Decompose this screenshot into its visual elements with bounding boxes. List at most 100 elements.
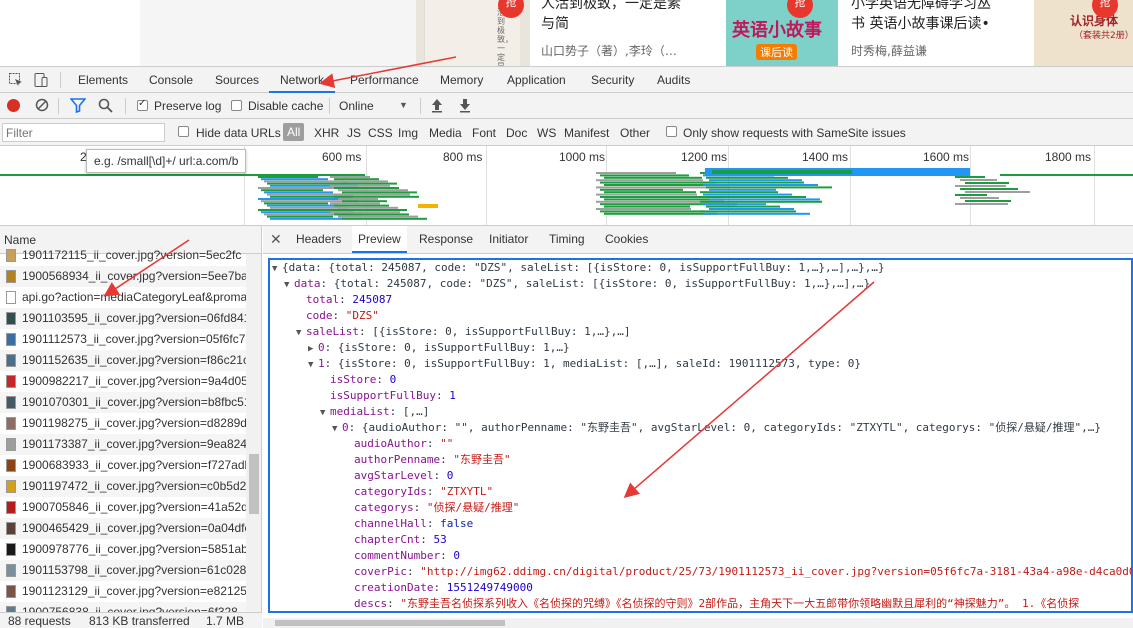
export-har-icon[interactable] — [459, 97, 471, 116]
request-row[interactable]: 1901103595_ii_cover.jpg?version=06fd841 — [0, 308, 246, 329]
filter-type-font[interactable]: Font — [472, 126, 496, 140]
json-key: isSupportFullBuy — [330, 389, 436, 402]
request-row[interactable]: 1901198275_ii_cover.jpg?version=d8289d — [0, 413, 246, 434]
filter-input[interactable] — [2, 123, 165, 142]
json-value: 0 — [389, 373, 397, 386]
timeline-request-bar — [955, 185, 1006, 187]
document-icon — [6, 291, 16, 304]
scrollbar-thumb[interactable] — [275, 620, 505, 626]
request-row[interactable]: api.go?action=mediaCategoryLeaf&proma — [0, 287, 246, 308]
tab-network[interactable]: Network — [269, 67, 336, 93]
expanded-triangle-icon[interactable]: ▼ — [272, 261, 282, 277]
hide-data-urls-checkbox[interactable] — [178, 126, 189, 137]
collapsed-triangle-icon[interactable]: ▶ — [308, 341, 318, 357]
filter-type-media[interactable]: Media — [429, 126, 462, 140]
request-row[interactable]: 1900465429_ii_cover.jpg?version=0a04dfc — [0, 518, 246, 539]
json-preview-line[interactable]: ▼ mediaList: [,…] — [270, 404, 1131, 420]
book-title-1-line2[interactable]: 与简 — [541, 14, 569, 34]
import-har-icon[interactable] — [431, 97, 443, 116]
tab-sources[interactable]: Sources — [215, 67, 259, 93]
expanded-triangle-icon[interactable]: ▼ — [296, 325, 306, 341]
filter-icon[interactable] — [69, 98, 87, 116]
request-row[interactable]: 1901153798_ii_cover.jpg?version=61c028( — [0, 560, 246, 581]
request-row[interactable]: 1901070301_ii_cover.jpg?version=b8fbc51 — [0, 392, 246, 413]
json-preview-line[interactable]: ▼ saleList: [{isStore: 0, isSupportFullBu… — [270, 324, 1131, 340]
tab-initiator[interactable]: Initiator — [489, 226, 528, 253]
json-preview-line[interactable]: ▼ {data: {total: 245087, code: "DZS", sal… — [270, 260, 1131, 276]
samesite-label[interactable]: Only show requests with SameSite issues — [683, 126, 906, 140]
book-cover-2[interactable]: 英语小故事 课后读 — [726, 0, 838, 66]
json-preview-line[interactable]: ▼ 0: {audioAuthor: "", authorPenname: "东野… — [270, 420, 1131, 436]
tab-security[interactable]: Security — [591, 67, 634, 93]
device-toolbar-icon[interactable] — [33, 72, 49, 88]
json-value: "侦探/悬疑/推理" — [426, 501, 520, 514]
close-icon[interactable]: ✕ — [270, 231, 282, 248]
timeline-request-bar — [1000, 174, 1133, 176]
tab-application[interactable]: Application — [507, 67, 566, 93]
json-preview-line[interactable]: ▼ data: {total: 245087, code: "DZS", sale… — [270, 276, 1131, 292]
expanded-triangle-icon[interactable]: ▼ — [284, 277, 294, 293]
json-preview[interactable]: ▼ {data: {total: 245087, code: "DZS", sal… — [268, 258, 1133, 613]
json-preview-line[interactable]: ▼ 1: {isStore: 0, isSupportFullBuy: 1, me… — [270, 356, 1131, 372]
book-title-2-line2[interactable]: 书 英语小故事课后读• — [851, 14, 990, 34]
request-row[interactable]: 1900705846_ii_cover.jpg?version=41a52d.. — [0, 497, 246, 518]
scrollbar-thumb[interactable] — [249, 454, 259, 514]
request-row[interactable]: 1901112573_ii_cover.jpg?version=05f6fc7.… — [0, 329, 246, 350]
tab-headers[interactable]: Headers — [296, 226, 341, 253]
request-list-scrollbar[interactable] — [246, 254, 261, 614]
request-row[interactable]: 1901123129_ii_cover.jpg?version=e82125.. — [0, 581, 246, 602]
tab-memory[interactable]: Memory — [440, 67, 483, 93]
request-row[interactable]: 1901152635_ii_cover.jpg?version=f86c21c — [0, 350, 246, 371]
request-row[interactable]: 1901172115_ii_cover.jpg?version=5ec2fc — [0, 245, 246, 266]
filter-type-manifest[interactable]: Manifest — [564, 126, 609, 140]
samesite-checkbox[interactable] — [666, 126, 677, 137]
request-row[interactable]: 1900978776_ii_cover.jpg?version=5851ab.. — [0, 539, 246, 560]
hide-data-urls-label[interactable]: Hide data URLs — [196, 126, 281, 140]
inspect-element-icon[interactable] — [8, 72, 24, 88]
throttling-select[interactable]: Online — [339, 99, 374, 113]
json-preview-line[interactable]: ▶ 0: {isStore: 0, isSupportFullBuy: 1,…} — [270, 340, 1131, 356]
preserve-log-label[interactable]: Preserve log — [154, 99, 221, 113]
tab-timing[interactable]: Timing — [549, 226, 585, 253]
chevron-down-icon[interactable]: ▼ — [399, 100, 408, 110]
filter-type-xhr[interactable]: XHR — [314, 126, 339, 140]
disable-cache-label[interactable]: Disable cache — [248, 99, 323, 113]
tab-elements[interactable]: Elements — [78, 67, 128, 93]
json-preview-line: creationDate: 1551249749000 — [270, 580, 1131, 596]
request-row[interactable]: 1900982217_ii_cover.jpg?version=9a4d05.. — [0, 371, 246, 392]
filter-type-img[interactable]: Img — [398, 126, 418, 140]
filter-type-all[interactable]: All — [283, 123, 305, 141]
filter-type-ws[interactable]: WS — [537, 126, 556, 140]
preview-horizontal-scrollbar[interactable] — [263, 618, 1133, 628]
book-title-1-line1[interactable]: 人活到极致，一定是素 — [541, 0, 681, 14]
clear-icon[interactable] — [35, 98, 49, 115]
search-icon[interactable] — [98, 98, 113, 116]
filter-type-js[interactable]: JS — [347, 126, 361, 140]
request-row[interactable]: 1901173387_ii_cover.jpg?version=9ea824f — [0, 434, 246, 455]
expanded-triangle-icon[interactable]: ▼ — [320, 405, 330, 421]
book-cover-3[interactable]: 认识身体 （套装共2册） — [1034, 0, 1133, 66]
tab-console[interactable]: Console — [149, 67, 193, 93]
request-name: 1901112573_ii_cover.jpg?version=05f6fc7.… — [22, 332, 246, 346]
request-row[interactable]: 1901197472_ii_cover.jpg?version=c0b5d2.. — [0, 476, 246, 497]
tab-response[interactable]: Response — [419, 226, 473, 253]
tab-audits[interactable]: Audits — [657, 67, 690, 93]
expanded-triangle-icon[interactable]: ▼ — [308, 357, 318, 373]
request-row[interactable]: 1900568934_ii_cover.jpg?version=5ee7ba.. — [0, 266, 246, 287]
timeline-request-bar — [596, 179, 703, 182]
filter-type-other[interactable]: Other — [620, 126, 650, 140]
book-title-2-line1[interactable]: 小学英语无障碍学习丛 — [851, 0, 991, 14]
tab-performance[interactable]: Performance — [350, 67, 419, 93]
filter-type-css[interactable]: CSS — [368, 126, 393, 140]
tab-cookies[interactable]: Cookies — [605, 226, 648, 253]
record-icon[interactable] — [7, 99, 20, 112]
request-name: 1901103595_ii_cover.jpg?version=06fd841 — [22, 311, 246, 325]
filter-type-doc[interactable]: Doc — [506, 126, 527, 140]
request-row[interactable]: 1900683933_ii_cover.jpg?version=f727adb — [0, 455, 246, 476]
disable-cache-checkbox[interactable] — [231, 100, 242, 111]
web-page-strip: 活到极致，一定是素与简 抢 人活到极致，一定是素 与简 山口势子（著）,李玲（…… — [0, 0, 1133, 66]
tab-preview[interactable]: Preview — [352, 226, 407, 253]
expanded-triangle-icon[interactable]: ▼ — [332, 421, 342, 437]
timeline-request-bar — [604, 205, 690, 208]
preserve-log-checkbox[interactable] — [137, 98, 148, 111]
